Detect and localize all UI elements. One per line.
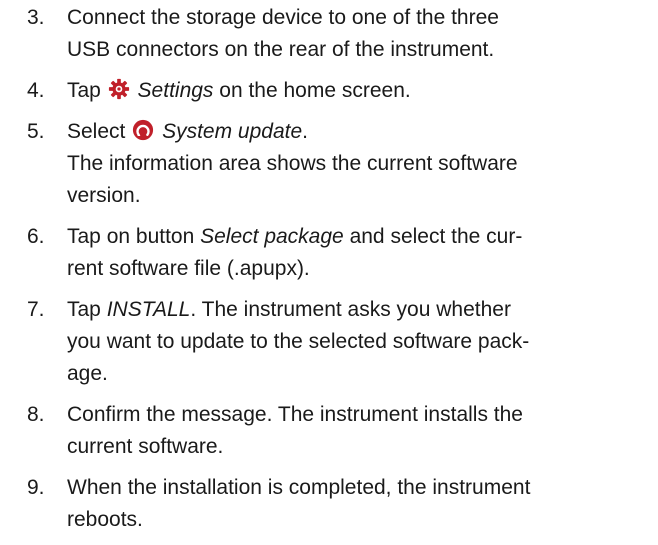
step-line: Tap INSTALL. The instrument asks you whe… bbox=[67, 294, 650, 326]
step-number: 7. bbox=[27, 298, 45, 321]
step-number: 4. bbox=[27, 79, 45, 102]
step-text-post: and select the cur- bbox=[349, 225, 523, 248]
step-text-post: . bbox=[302, 120, 308, 143]
instruction-steps-list: 3. Connect the storage device to one of … bbox=[0, 2, 650, 545]
step-5: 5. Select System update. The information… bbox=[0, 116, 650, 212]
step-6: 6. Tap on button Select package and sele… bbox=[0, 221, 650, 285]
step-text-pre: Tap on button bbox=[67, 225, 195, 248]
step-4: 4. Tap Settings on the home screen. bbox=[0, 75, 650, 107]
step-text-post: on the home screen. bbox=[219, 79, 411, 102]
step-text: Confirm the message. The instrument inst… bbox=[67, 399, 650, 463]
step-text-pre: Select bbox=[67, 120, 126, 143]
step-line: rent software file (.apupx). bbox=[67, 257, 310, 280]
step-text: When the installation is completed, the … bbox=[67, 472, 650, 536]
step-line: version. bbox=[67, 184, 141, 207]
step-text: Tap on button Select package and select … bbox=[67, 221, 650, 285]
step-text-pre: Tap bbox=[67, 79, 101, 102]
install-label: INSTALL bbox=[106, 298, 191, 321]
system-update-icon bbox=[133, 119, 154, 141]
step-number: 6. bbox=[27, 225, 45, 248]
step-line: current software. bbox=[67, 435, 224, 458]
step-text-post: . The instrument asks you whether bbox=[190, 298, 511, 321]
step-line: age. bbox=[67, 362, 108, 385]
step-text: Tap Settings on the home screen. bbox=[67, 75, 650, 107]
settings-gear-icon bbox=[108, 78, 129, 100]
step-number: 8. bbox=[27, 403, 45, 426]
step-line: Select System update. bbox=[67, 116, 650, 148]
step-line: Tap Settings on the home screen. bbox=[67, 75, 650, 107]
step-7: 7. Tap INSTALL. The instrument asks you … bbox=[0, 294, 650, 390]
step-line: Connect the storage device to one of the… bbox=[67, 6, 499, 29]
step-text: Tap INSTALL. The instrument asks you whe… bbox=[67, 294, 650, 390]
step-number: 5. bbox=[27, 120, 45, 143]
step-line: When the installation is completed, the … bbox=[67, 476, 531, 499]
step-number: 3. bbox=[27, 6, 45, 29]
settings-label: Settings bbox=[137, 79, 214, 102]
step-text: Connect the storage device to one of the… bbox=[67, 2, 650, 66]
step-text: Select System update. The information ar… bbox=[67, 116, 650, 212]
step-line: you want to update to the selected softw… bbox=[67, 330, 530, 353]
step-line: Confirm the message. The instrument inst… bbox=[67, 403, 523, 426]
system-update-label: System update bbox=[162, 120, 303, 143]
step-8: 8. Confirm the message. The instrument i… bbox=[0, 399, 650, 463]
step-line: reboots. bbox=[67, 508, 143, 531]
step-number: 9. bbox=[27, 476, 45, 499]
select-package-label: Select package bbox=[200, 225, 344, 248]
step-3: 3. Connect the storage device to one of … bbox=[0, 2, 650, 66]
step-text-pre: Tap bbox=[67, 298, 101, 321]
step-line: USB connectors on the rear of the instru… bbox=[67, 38, 495, 61]
step-9: 9. When the installation is completed, t… bbox=[0, 472, 650, 536]
step-line: Tap on button Select package and select … bbox=[67, 221, 650, 253]
step-line: The information area shows the current s… bbox=[67, 152, 518, 175]
